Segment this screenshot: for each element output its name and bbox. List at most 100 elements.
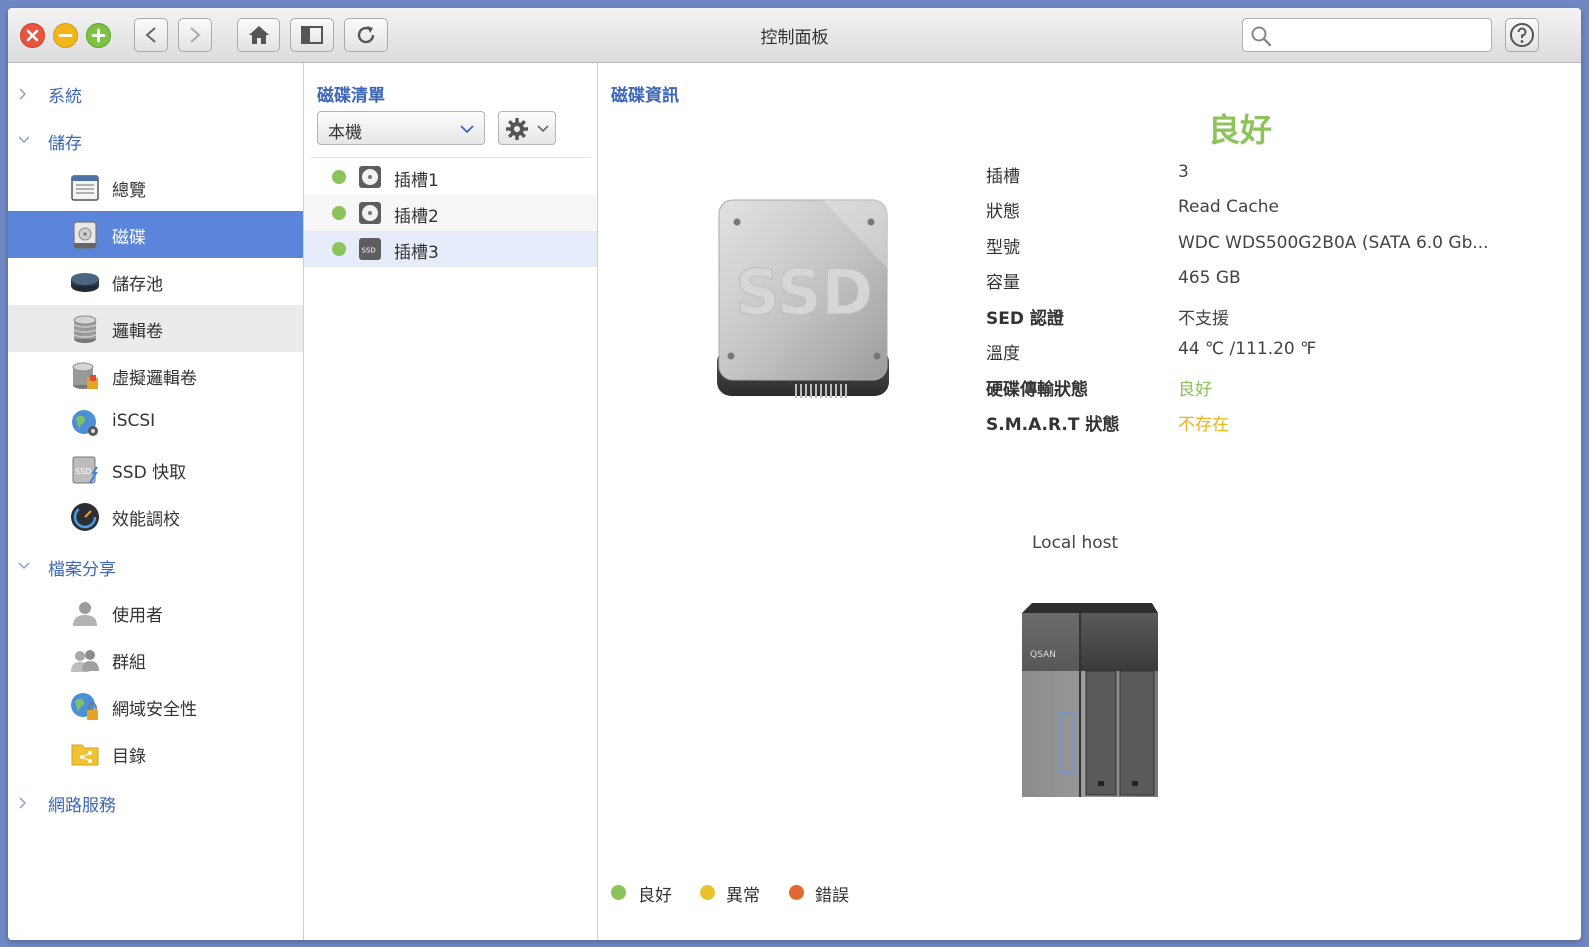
nas-enclosure-illustration: QSAN xyxy=(1022,603,1158,797)
disk-slot-label: 插槽3 xyxy=(394,243,439,263)
disk-slot-label: 插槽1 xyxy=(394,171,439,191)
ssd-illustration-label: SSD xyxy=(735,256,873,329)
disk-list-panel: 磁碟清單 本機 插槽1 插槽2 SSD 插槽3 xyxy=(304,63,598,940)
control-panel-window: 控制面板 系統 儲存 總覽 磁碟 儲存池 邏輯卷 虛擬邏輯卷 iSCSI SSD… xyxy=(8,8,1581,940)
group-icon xyxy=(71,650,99,672)
sidebar-item-label: iSCSI xyxy=(112,411,156,431)
sidebar-item-storage-pool[interactable]: 儲存池 xyxy=(8,258,303,305)
disk-info-title: 磁碟資訊 xyxy=(611,86,679,106)
nas-brand-label: QSAN xyxy=(1030,650,1056,660)
sidebar-item-label: 效能調校 xyxy=(112,510,180,530)
model-value: WDC WDS500G2B0A (SATA 6.0 Gb... xyxy=(1178,233,1489,253)
sidebar-item-virtual-volume[interactable]: 虛擬邏輯卷 xyxy=(8,352,303,399)
chevron-down-icon xyxy=(18,562,30,570)
virtual-volume-icon xyxy=(72,362,98,389)
ssd-icon: SSD xyxy=(359,238,381,260)
title-bar: 控制面板 xyxy=(8,8,1581,63)
sidebar-category-label: 檔案分享 xyxy=(48,560,116,580)
legend-abnormal-dot xyxy=(700,885,715,900)
overview-icon xyxy=(71,175,99,201)
search-box[interactable] xyxy=(1242,18,1492,52)
sidebar-item-label: 使用者 xyxy=(112,606,163,626)
sidebar-item-label: 磁碟 xyxy=(112,228,146,248)
chevron-right-icon xyxy=(19,797,27,809)
sidebar-item-label: 群組 xyxy=(112,653,146,673)
legend-error-dot xyxy=(789,885,804,900)
chevron-right-icon xyxy=(19,88,27,100)
disk-list-title: 磁碟清單 xyxy=(317,86,385,106)
sidebar-item-domain-security[interactable]: 網域安全性 xyxy=(8,683,303,730)
sed-cert-label: SED 認證 xyxy=(986,309,1064,329)
disk-slot-row-selected[interactable]: SSD 插槽3 xyxy=(304,231,597,267)
status-good-dot xyxy=(332,242,346,256)
state-label: 狀態 xyxy=(986,202,1020,222)
host-label: Local host xyxy=(1032,533,1119,553)
chevron-down-icon xyxy=(460,125,474,134)
chevron-down-icon xyxy=(18,136,30,144)
disk-slot-row[interactable]: 插槽2 xyxy=(304,195,597,231)
model-label: 型號 xyxy=(986,238,1020,258)
sidebar-item-groups[interactable]: 群組 xyxy=(8,636,303,683)
disk-icon xyxy=(73,221,97,249)
gear-icon xyxy=(506,118,528,140)
sidebar-category-system[interactable]: 系統 xyxy=(8,70,303,117)
svg-text:SSD: SSD xyxy=(75,467,91,476)
sidebar-item-logical-volume[interactable]: 邏輯卷 xyxy=(8,305,303,352)
user-icon xyxy=(73,602,97,626)
sed-cert-value: 不支援 xyxy=(1178,309,1229,329)
disk-info-panel: 磁碟資訊 SSD 良好 插槽 3 狀態 Read Cache 型號 WDC WD… xyxy=(598,63,1581,940)
capacity-label: 容量 xyxy=(986,273,1020,293)
smart-status-label: S.M.A.R.T 狀態 xyxy=(986,415,1120,435)
directory-folder-icon xyxy=(71,744,99,766)
sidebar-item-overview[interactable]: 總覽 xyxy=(8,164,303,211)
temperature-value: 44 ℃ /111.20 ℉ xyxy=(1178,339,1317,359)
sidebar-item-label: 虛擬邏輯卷 xyxy=(112,369,197,389)
sidebar-item-ssd-cache[interactable]: SSD SSD 快取 xyxy=(8,446,303,493)
storage-pool-icon xyxy=(71,273,99,292)
capacity-value: 465 GB xyxy=(1178,268,1241,288)
sidebar-item-label: 總覽 xyxy=(112,181,146,201)
hdd-icon xyxy=(359,166,381,188)
sidebar-item-performance-tuning[interactable]: 效能調校 xyxy=(8,493,303,540)
sidebar-item-label: 目錄 xyxy=(112,747,146,767)
sidebar-category-label: 系統 xyxy=(48,87,82,107)
sidebar-item-users[interactable]: 使用者 xyxy=(8,589,303,636)
sidebar-item-iscsi[interactable]: iSCSI xyxy=(8,399,303,446)
transfer-status-label: 硬碟傳輸狀態 xyxy=(986,380,1088,400)
sidebar-item-disk[interactable]: 磁碟 xyxy=(8,211,303,258)
search-input[interactable] xyxy=(1277,23,1486,49)
disk-actions-menu-button[interactable] xyxy=(498,111,556,145)
sidebar-category-label: 網路服務 xyxy=(48,796,116,816)
domain-security-icon xyxy=(71,693,98,720)
disk-slot-row[interactable]: 插槽1 xyxy=(304,159,597,195)
smart-status-value: 不存在 xyxy=(1178,415,1229,435)
sidebar-category-network-services[interactable]: 網路服務 xyxy=(8,779,303,826)
slot-label: 插槽 xyxy=(986,167,1020,187)
sidebar-item-directory[interactable]: 目錄 xyxy=(8,730,303,777)
help-icon xyxy=(1510,23,1534,47)
performance-gauge-icon xyxy=(71,503,99,531)
ssd-drive-illustration: SSD xyxy=(717,199,889,398)
sidebar-item-label: SSD 快取 xyxy=(112,463,187,483)
help-button[interactable] xyxy=(1505,18,1539,52)
hdd-icon xyxy=(359,202,381,224)
logical-volume-icon xyxy=(73,315,97,343)
disk-slot-label: 插槽2 xyxy=(394,207,439,227)
ssd-cache-icon: SSD xyxy=(72,456,98,484)
legend-good-label: 良好 xyxy=(638,886,672,906)
legend-good-dot xyxy=(611,885,626,900)
state-value: Read Cache xyxy=(1178,197,1279,217)
sidebar-category-storage[interactable]: 儲存 xyxy=(8,117,303,164)
transfer-status-value: 良好 xyxy=(1178,380,1212,400)
sidebar-item-label: 儲存池 xyxy=(112,275,163,295)
sidebar-item-label: 邏輯卷 xyxy=(112,322,163,342)
host-select-value: 本機 xyxy=(328,123,362,143)
legend-abnormal-label: 異常 xyxy=(726,886,760,906)
host-select[interactable]: 本機 xyxy=(317,111,485,145)
search-icon xyxy=(1251,26,1272,47)
temperature-label: 溫度 xyxy=(986,344,1020,364)
sidebar-category-file-sharing[interactable]: 檔案分享 xyxy=(8,543,303,590)
sidebar: 系統 儲存 總覽 磁碟 儲存池 邏輯卷 虛擬邏輯卷 iSCSI SSD SSD … xyxy=(8,63,304,940)
legend-error-label: 錯誤 xyxy=(815,886,849,906)
chevron-down-icon xyxy=(537,125,549,133)
